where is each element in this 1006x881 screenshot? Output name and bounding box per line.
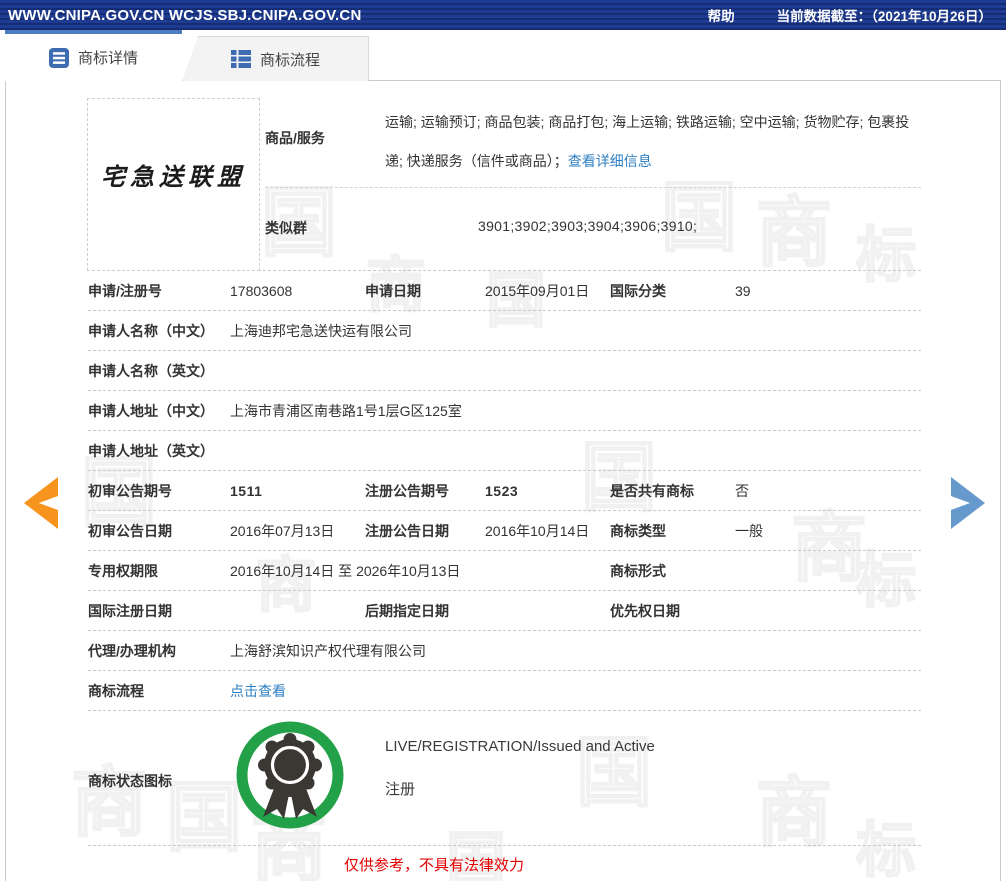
table-row-gazette-no: 初审公告期号 1511 注册公告期号 1523 是否共有商标 否 bbox=[88, 471, 921, 511]
table-row-applicant-en: 申请人名称（英文） bbox=[88, 351, 921, 391]
agency-value: 上海舒滨知识产权代理有限公司 bbox=[230, 642, 426, 659]
status-text-en: LIVE/REGISTRATION/Issued and Active bbox=[385, 738, 655, 755]
document-lines-icon bbox=[48, 47, 69, 68]
intl-class-label: 国际分类 bbox=[610, 282, 666, 299]
first-gazette-date-value: 2016年07月13日 bbox=[230, 522, 335, 539]
site-url-text: WWW.CNIPA.GOV.CN WCJS.SBJ.CNIPA.GOV.CN bbox=[8, 6, 362, 24]
applicant-cn-value: 上海迪邦宅急送快运有限公司 bbox=[230, 322, 412, 339]
app-date-value: 2015年09月01日 bbox=[485, 282, 590, 299]
tab-process-label: 商标流程 bbox=[259, 51, 320, 69]
goods-services-value: 运输; 运输预订; 商品包装; 商品打包; 海上运输; 铁路运输; 空中运输; … bbox=[385, 103, 925, 181]
trademark-summary-section: 宅急送联盟 商品/服务 运输; 运输预订; 商品包装; 商品打包; 海上运输; … bbox=[87, 81, 921, 271]
similar-group-label: 类似群 bbox=[265, 220, 307, 236]
registered-medal-icon bbox=[233, 718, 347, 837]
disclaimer-text: 仅供参考，不具有法律效力 bbox=[344, 857, 525, 874]
later-designation-label: 后期指定日期 bbox=[365, 602, 449, 619]
tm-type-value: 一般 bbox=[735, 522, 763, 539]
intl-class-value: 39 bbox=[735, 282, 751, 299]
table-row-intl-dates: 国际注册日期 后期指定日期 优先权日期 bbox=[88, 591, 921, 631]
click-to-view-link[interactable]: 点击查看 bbox=[230, 681, 921, 701]
reg-gazette-no-label: 注册公告期号 bbox=[365, 482, 449, 499]
table-row-agency: 代理/办理机构 上海舒滨知识产权代理有限公司 bbox=[88, 631, 921, 671]
agency-label: 代理/办理机构 bbox=[88, 642, 176, 659]
reg-gazette-no-value: 1523 bbox=[485, 482, 519, 499]
table-row-exclusive-period: 专用权期限 2016年10月14日 至 2026年10月13日 商标形式 bbox=[88, 551, 921, 591]
first-gazette-no-value: 1511 bbox=[230, 482, 263, 499]
status-icon-label: 商标状态图标 bbox=[88, 773, 172, 789]
separator-line bbox=[265, 187, 921, 188]
app-no-value: 17803608 bbox=[230, 282, 293, 299]
first-gazette-date-label: 初审公告日期 bbox=[88, 522, 172, 539]
trademark-status-section: 商标状态图标 LIVE/REGISTRATION/Issued and Acti… bbox=[88, 711, 921, 846]
table-row-applicant-cn: 申请人名称（中文） 上海迪邦宅急送快运有限公司 bbox=[88, 311, 921, 351]
table-row-address-cn: 申请人地址（中文） 上海市青浦区南巷路1号1层G区125室 bbox=[88, 391, 921, 431]
table-row-application: 申请/注册号 17803608 申请日期 2015年09月01日 国际分类 39 bbox=[88, 271, 921, 311]
trademark-detail-panel: 国 国 商 标 商 国 国 国 商 标 商 商 国 商 国 商 标 国 宅急送联… bbox=[5, 80, 1001, 881]
tab-trademark-detail[interactable]: 商标详情 bbox=[5, 30, 182, 81]
trademark-image: 宅急送联盟 bbox=[87, 98, 260, 271]
tm-process-label: 商标流程 bbox=[88, 682, 144, 699]
trademark-image-text: 宅急送联盟 bbox=[101, 162, 246, 191]
intl-reg-date-label: 国际注册日期 bbox=[88, 602, 172, 619]
field-rows: 申请/注册号 17803608 申请日期 2015年09月01日 国际分类 39… bbox=[88, 271, 921, 711]
address-cn-label: 申请人地址（中文） bbox=[88, 402, 214, 419]
similar-group-value: 3901;3902;3903;3904;3906;3910; bbox=[478, 218, 698, 234]
data-cutoff-text: 当前数据截至：（2021年10月26日） bbox=[776, 9, 992, 24]
goods-services-label: 商品/服务 bbox=[265, 130, 325, 146]
top-header-bar: WWW.CNIPA.GOV.CN WCJS.SBJ.CNIPA.GOV.CN 帮… bbox=[0, 0, 1006, 30]
list-grid-icon bbox=[230, 49, 251, 69]
table-row-process: 商标流程 点击查看 bbox=[88, 671, 921, 711]
address-cn-value: 上海市青浦区南巷路1号1层G区125室 bbox=[230, 402, 462, 419]
reg-gazette-date-label: 注册公告日期 bbox=[365, 522, 449, 539]
address-en-label: 申请人地址（英文） bbox=[88, 442, 214, 459]
tab-trademark-process[interactable]: 商标流程 bbox=[182, 36, 369, 81]
tab-detail-label: 商标详情 bbox=[77, 50, 138, 67]
tm-form-label: 商标形式 bbox=[610, 562, 666, 579]
is-shared-label: 是否共有商标 bbox=[610, 482, 694, 499]
app-no-label: 申请/注册号 bbox=[88, 282, 162, 299]
is-shared-value: 否 bbox=[735, 482, 749, 499]
help-link[interactable]: 帮助 bbox=[708, 5, 735, 25]
previous-record-arrow[interactable] bbox=[24, 477, 59, 529]
first-gazette-no-label: 初审公告期号 bbox=[88, 482, 172, 499]
next-record-arrow[interactable] bbox=[950, 477, 985, 529]
table-row-gazette-date: 初审公告日期 2016年07月13日 注册公告日期 2016年10月14日 商标… bbox=[88, 511, 921, 551]
reg-gazette-date-value: 2016年10月14日 bbox=[485, 522, 590, 539]
exclusive-period-label: 专用权期限 bbox=[88, 562, 158, 579]
status-text-cn: 注册 bbox=[385, 781, 416, 798]
tm-type-label: 商标类型 bbox=[610, 522, 666, 539]
applicant-en-label: 申请人名称（英文） bbox=[88, 362, 214, 379]
applicant-cn-label: 申请人名称（中文） bbox=[88, 322, 214, 339]
app-date-label: 申请日期 bbox=[365, 282, 421, 299]
table-row-address-en: 申请人地址（英文） bbox=[88, 431, 921, 471]
view-detail-link[interactable]: 查看详细信息 bbox=[568, 153, 652, 169]
exclusive-period-value: 2016年10月14日 至 2026年10月13日 bbox=[230, 562, 461, 579]
priority-date-label: 优先权日期 bbox=[610, 602, 680, 619]
